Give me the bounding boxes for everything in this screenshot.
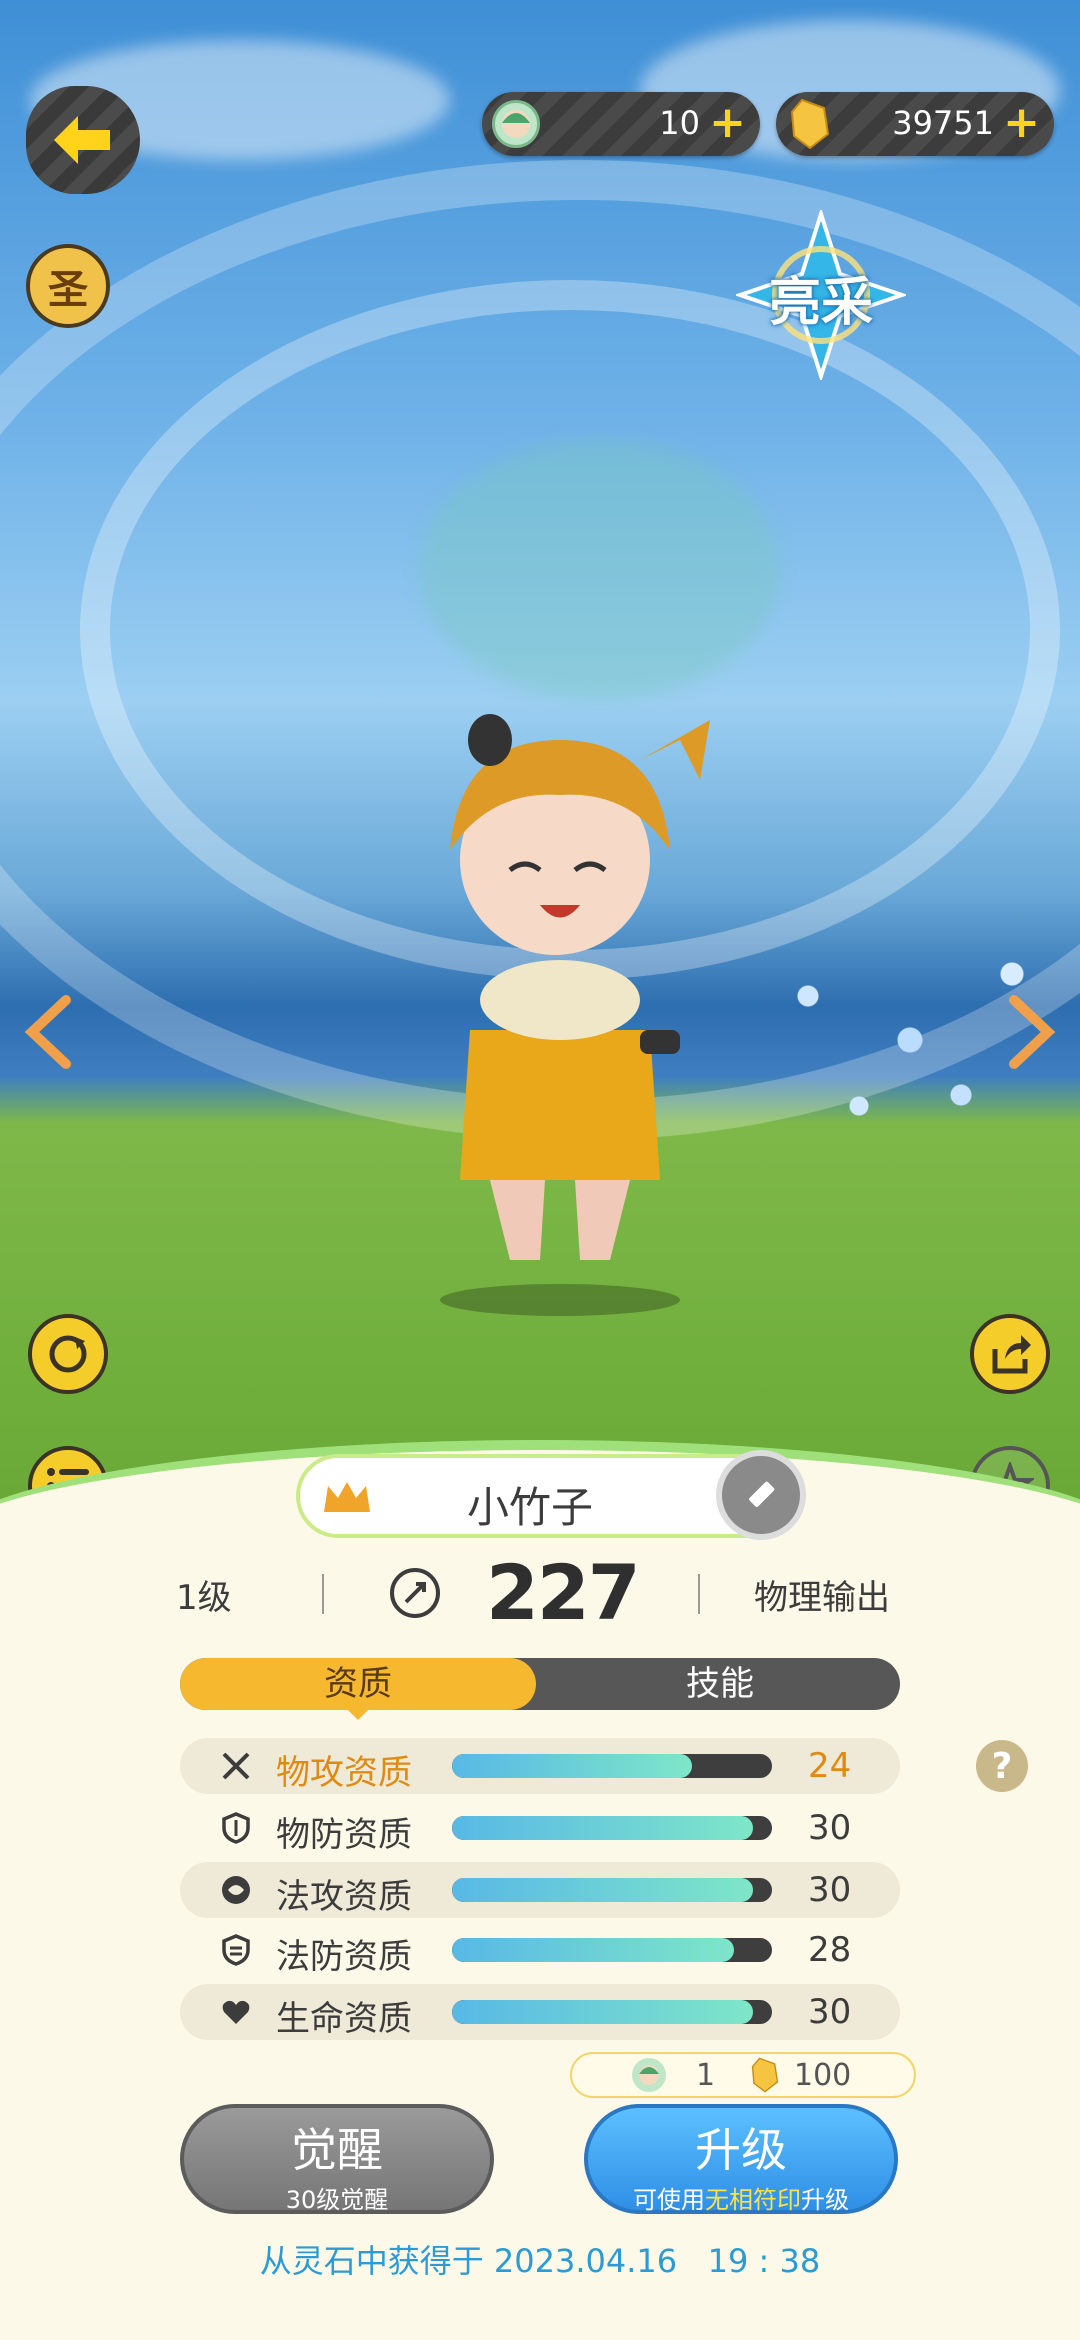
currency-spirit-value: 10 xyxy=(659,104,700,142)
stat-row-magic-defense: 法防资质 28 xyxy=(180,1922,900,1978)
stat-row-physical-attack: 物攻资质 24 xyxy=(180,1738,900,1794)
sword-icon xyxy=(222,1752,250,1780)
upgrade-title: 升级 xyxy=(695,2123,787,2177)
currency-spirit[interactable]: 10 + xyxy=(482,92,760,156)
stat-value: 30 xyxy=(808,1870,852,1910)
help-button[interactable]: ? xyxy=(976,1740,1028,1792)
tab-skills[interactable]: 技能 xyxy=(540,1658,900,1710)
cost-gold: 100 xyxy=(794,2058,852,2093)
stat-bar xyxy=(452,1754,772,1778)
rotate-icon xyxy=(49,1335,87,1373)
question-mark-icon: ? xyxy=(991,1745,1013,1787)
stat-bar xyxy=(452,2000,772,2024)
divider xyxy=(698,1574,700,1614)
spirit-face-icon xyxy=(632,2058,666,2092)
rarity-badge: 亮采 xyxy=(736,210,906,380)
tab-pointer xyxy=(346,1708,370,1720)
stat-row-health: 生命资质 30 xyxy=(180,1984,900,2040)
add-spirit-button[interactable]: + xyxy=(709,98,746,148)
magic-orb-icon xyxy=(222,1876,250,1904)
cost-spirit: 1 xyxy=(696,2058,716,2093)
pet-level: 1级 xyxy=(176,1578,232,1618)
stat-row-magic-attack: 法攻资质 30 xyxy=(180,1862,900,1918)
prev-pet-button[interactable] xyxy=(20,992,80,1072)
rotate-view-button[interactable] xyxy=(28,1314,108,1394)
share-button[interactable] xyxy=(970,1314,1050,1394)
gold-crystal-icon xyxy=(751,2057,779,2093)
awaken-title: 觉醒 xyxy=(291,2123,383,2177)
shield-icon xyxy=(222,1812,250,1844)
awaken-button[interactable]: 觉醒 30级觉醒 xyxy=(180,2104,494,2214)
crown-icon xyxy=(324,1482,370,1512)
stat-label: 法攻资质 xyxy=(276,1877,412,1917)
back-arrow-icon xyxy=(54,116,110,164)
edit-icon xyxy=(749,1481,775,1507)
stat-value: 28 xyxy=(808,1930,852,1970)
stat-bar xyxy=(452,1938,772,1962)
divider xyxy=(322,1574,324,1614)
stat-bar xyxy=(452,1878,772,1902)
rarity-badge-label: 亮采 xyxy=(768,273,873,333)
chevron-right-icon xyxy=(1009,995,1056,1069)
gold-crystal-icon xyxy=(790,98,830,150)
magic-shield-icon xyxy=(222,1934,250,1966)
currency-gold[interactable]: 39751 + xyxy=(776,92,1054,156)
stat-label: 物防资质 xyxy=(276,1815,412,1855)
back-button[interactable] xyxy=(26,86,140,194)
upgrade-cost: 1 100 xyxy=(570,2052,916,2098)
rename-button[interactable] xyxy=(716,1450,806,1540)
stat-label: 法防资质 xyxy=(276,1937,412,1977)
pet-type: 物理输出 xyxy=(754,1578,890,1618)
stat-value: 24 xyxy=(808,1746,852,1786)
pet-name: 小竹子 xyxy=(466,1483,593,1532)
stat-row-physical-defense: 物防资质 30 xyxy=(180,1800,900,1856)
power-icon xyxy=(390,1568,440,1618)
stat-value: 30 xyxy=(808,1808,852,1848)
stat-bar xyxy=(452,1816,772,1840)
pet-power: 227 xyxy=(486,1548,641,1637)
add-gold-button[interactable]: + xyxy=(1003,98,1040,148)
heart-icon xyxy=(222,2000,250,2024)
tab-bar: 资质 技能 xyxy=(180,1658,900,1710)
stat-label: 物攻资质 xyxy=(276,1753,412,1793)
tab-aptitude[interactable]: 资质 xyxy=(180,1658,536,1710)
holy-badge-label: 圣 xyxy=(48,267,88,313)
pet-character xyxy=(380,700,740,1320)
share-icon xyxy=(992,1335,1031,1374)
upgrade-button[interactable]: 升级 可使用无相符印升级 xyxy=(584,2104,898,2214)
name-bar: 小竹子 xyxy=(296,1454,786,1538)
next-pet-button[interactable] xyxy=(1000,992,1060,1072)
spirit-face-icon xyxy=(492,100,540,148)
currency-gold-value: 39751 xyxy=(892,104,994,142)
stat-value: 30 xyxy=(808,1992,852,2032)
stat-label: 生命资质 xyxy=(276,1999,412,2039)
awaken-subtitle: 30级觉醒 xyxy=(285,2186,389,2214)
holy-badge-button[interactable]: 圣 xyxy=(26,244,110,328)
chevron-left-icon xyxy=(24,995,71,1069)
acquisition-info: 从灵石中获得于 2023.04.16 19 : 38 xyxy=(259,2242,821,2280)
upgrade-subtitle: 可使用无相符印升级 xyxy=(633,2186,849,2214)
